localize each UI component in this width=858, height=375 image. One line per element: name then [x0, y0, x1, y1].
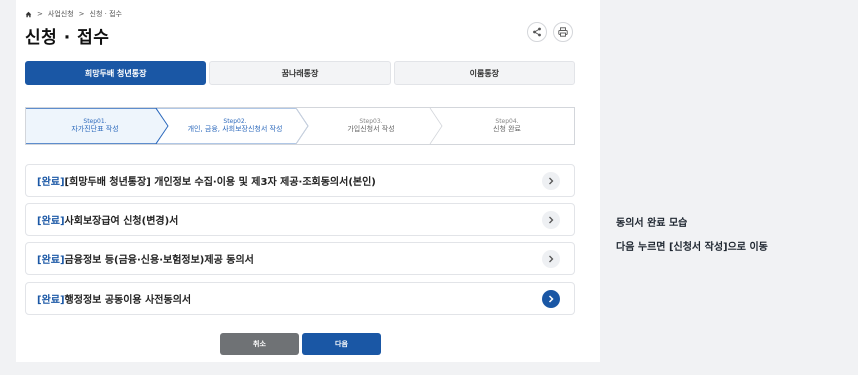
- chevron-right-icon[interactable]: [542, 171, 560, 190]
- step-label: 신청 완료: [493, 125, 521, 134]
- consent-label: [완료]금융정보 등(금융·신용·보험정보)제공 동의서: [37, 255, 254, 266]
- step-4: Step04. 신청 완료: [440, 108, 574, 144]
- consent-label: [완료]행정정보 공동이용 사전동의서: [37, 295, 192, 306]
- breadcrumb-item[interactable]: 사업신청: [48, 9, 74, 19]
- consent-label: [완료][희망두배 청년통장] 개인정보 수집·이용 및 제3자 제공·조회동의…: [37, 177, 376, 188]
- breadcrumb-separator: >: [78, 10, 85, 18]
- status-badge: [완료]: [37, 216, 65, 227]
- step-label: 자가진단표 작성: [71, 125, 119, 134]
- page-title: 신청 · 접수: [25, 28, 110, 48]
- chevron-right-icon[interactable]: [542, 249, 560, 268]
- consent-item-financial[interactable]: [완료]금융정보 등(금융·신용·보험정보)제공 동의서: [25, 242, 575, 275]
- step-label: 개인, 금융, 사회보장신청서 작성: [187, 125, 283, 134]
- step-2: Step02. 개인, 금융, 사회보장신청서 작성: [166, 108, 304, 144]
- annotation-line-1: 동의서 완료 모습: [616, 218, 688, 229]
- tab-dream-wings[interactable]: 꿈나래통장: [209, 61, 391, 85]
- consent-item-privacy[interactable]: [완료][희망두배 청년통장] 개인정보 수집·이용 및 제3자 제공·조회동의…: [25, 164, 575, 197]
- status-badge: [완료]: [37, 255, 65, 266]
- chevron-right-icon[interactable]: [542, 210, 560, 229]
- home-icon[interactable]: [25, 11, 32, 18]
- tab-eroom[interactable]: 이룸통장: [393, 61, 575, 85]
- next-button[interactable]: 다음: [302, 333, 381, 355]
- annotation-line-2: 다음 누르면 [신청서 작성]으로 이동: [616, 242, 768, 253]
- chevron-right-icon[interactable]: [542, 289, 560, 308]
- step-indicator: Step01. 자가진단표 작성 Step02. 개인, 금융, 사회보장신청서…: [25, 107, 575, 145]
- step-1: Step01. 자가진단표 작성: [26, 108, 164, 144]
- program-tabs: 희망두배 청년통장 꿈나래통장 이룸통장: [25, 61, 575, 85]
- share-button[interactable]: [527, 22, 547, 42]
- consent-item-social-security[interactable]: [완료]사회보장급여 신청(변경)서: [25, 203, 575, 236]
- step-label: 가입신청서 작성: [347, 125, 395, 134]
- tab-hope-double[interactable]: 희망두배 청년통장: [25, 61, 207, 85]
- breadcrumb: > 사업신청 > 신청 · 접수: [25, 9, 122, 19]
- status-badge: [완료]: [37, 295, 65, 306]
- print-button[interactable]: [553, 22, 573, 42]
- breadcrumb-separator: >: [37, 10, 43, 18]
- share-icon: [533, 27, 541, 37]
- consent-item-admin-info[interactable]: [완료]행정정보 공동이용 사전동의서: [25, 282, 575, 315]
- status-badge: [완료]: [37, 177, 65, 188]
- step-3: Step03. 가입신청서 작성: [306, 108, 436, 144]
- cancel-button[interactable]: 취소: [220, 333, 299, 355]
- breadcrumb-item: 신청 · 접수: [89, 10, 122, 18]
- print-icon: [558, 27, 568, 37]
- consent-label: [완료]사회보장급여 신청(변경)서: [37, 216, 179, 227]
